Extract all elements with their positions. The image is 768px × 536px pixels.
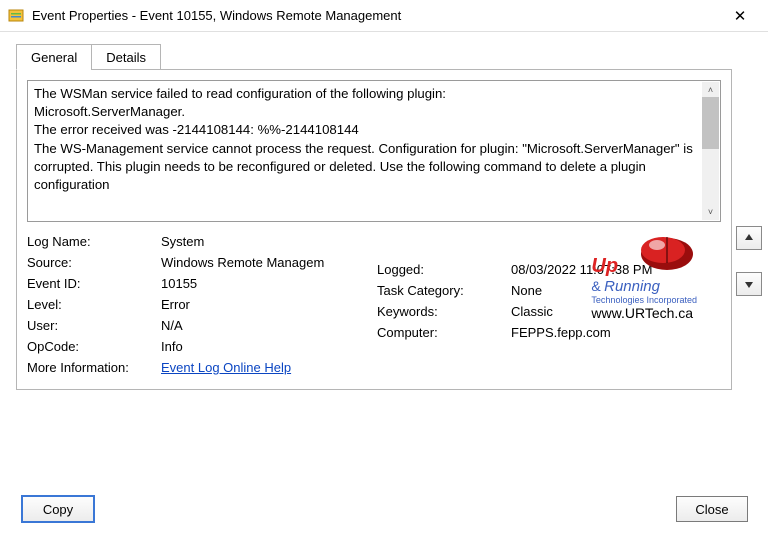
arrow-up-icon (743, 232, 755, 244)
nav-buttons (736, 226, 762, 296)
opcode-label: OpCode: (27, 339, 159, 354)
tab-general[interactable]: General (16, 44, 92, 70)
event-id-value: 10155 (161, 276, 377, 291)
task-category-label: Task Category: (377, 283, 509, 298)
keywords-value: Classic (511, 304, 707, 319)
window-title: Event Properties - Event 10155, Windows … (32, 8, 720, 23)
computer-value: FEPPS.fepp.com (511, 325, 707, 340)
tab-strip: General Details (16, 44, 752, 70)
arrow-down-icon (743, 278, 755, 290)
tab-panel-general: The WSMan service failed to read configu… (16, 69, 732, 390)
copy-button[interactable]: Copy (22, 496, 94, 522)
app-icon (8, 8, 24, 24)
next-event-button[interactable] (736, 272, 762, 296)
logged-label: Logged: (377, 262, 509, 277)
scroll-up-icon[interactable]: ˄ (702, 82, 719, 98)
titlebar: Event Properties - Event 10155, Windows … (0, 0, 768, 32)
keywords-label: Keywords: (377, 304, 509, 319)
prev-event-button[interactable] (736, 226, 762, 250)
event-properties-window: Event Properties - Event 10155, Windows … (0, 0, 768, 536)
task-category-value: None (511, 283, 707, 298)
tab-details[interactable]: Details (91, 44, 161, 70)
desc-line: The WS-Management service cannot process… (34, 140, 700, 195)
log-name-label: Log Name: (27, 234, 159, 249)
close-icon[interactable]: ✕ (720, 2, 760, 30)
user-label: User: (27, 318, 159, 333)
fields-grid: Log Name: System Source: Windows Remote … (27, 234, 721, 375)
more-info-link[interactable]: Event Log Online Help (161, 360, 291, 375)
scroll-down-icon[interactable]: ˅ (702, 204, 719, 220)
desc-line: The error received was -2144108144: %%-2… (34, 121, 700, 139)
user-value: N/A (161, 318, 377, 333)
level-value: Error (161, 297, 377, 312)
desc-line: The WSMan service failed to read configu… (34, 85, 700, 103)
computer-label: Computer: (377, 325, 509, 340)
description-textbox[interactable]: The WSMan service failed to read configu… (27, 80, 721, 222)
logged-value: 08/03/2022 11:07:38 PM (511, 262, 707, 277)
opcode-value: Info (161, 339, 377, 354)
log-name-value: System (161, 234, 377, 249)
source-value: Windows Remote Managem (161, 255, 377, 270)
desc-line: Microsoft.ServerManager. (34, 103, 700, 121)
more-info-label: More Information: (27, 360, 159, 375)
level-label: Level: (27, 297, 159, 312)
close-button[interactable]: Close (676, 496, 748, 522)
scrollbar-thumb[interactable] (702, 97, 719, 149)
event-id-label: Event ID: (27, 276, 159, 291)
source-label: Source: (27, 255, 159, 270)
dialog-buttons: Copy Close (22, 496, 748, 522)
